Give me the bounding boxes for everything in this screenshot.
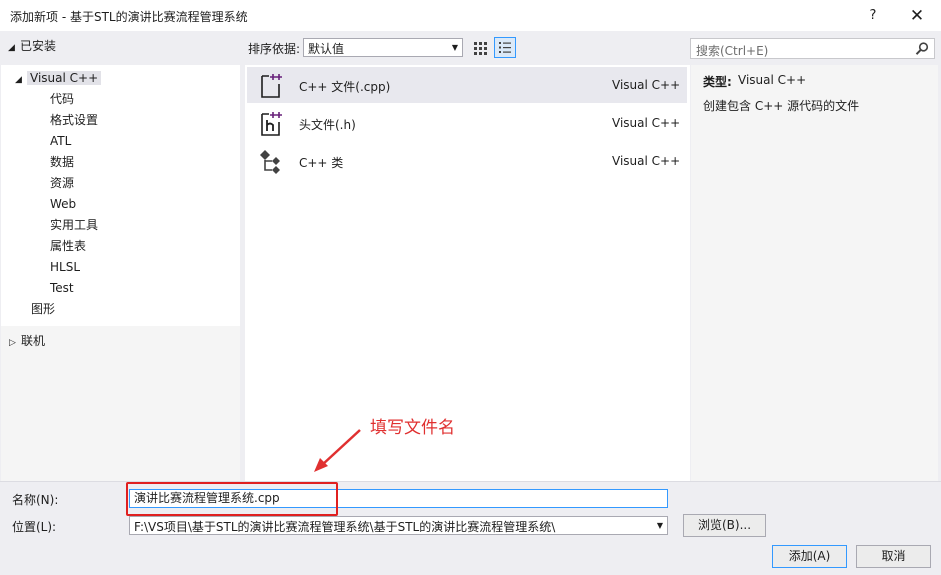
list-view-icon[interactable] [494,37,516,58]
location-dropdown[interactable]: F:\VS项目\基于STL的演讲比赛流程管理系统\基于STL的演讲比赛流程管理系… [129,516,668,535]
help-button[interactable]: ? [861,5,885,27]
expanded-triangle-icon[interactable]: ◢ [15,70,27,90]
annotation-text: 填写文件名 [370,418,455,438]
location-label: 位置(L): [12,520,57,534]
close-button[interactable]: ✕ [903,4,931,28]
collapse-triangle-icon[interactable]: ◢ [8,38,20,58]
sort-value: 默认值 [308,42,345,56]
title-bar: 添加新项 - 基于STL的演讲比赛流程管理系统 ? ✕ [0,0,941,31]
location-value: F:\VS项目\基于STL的演讲比赛流程管理系统\基于STL的演讲比赛流程管理系… [134,520,556,534]
tree-item-visual-cpp[interactable]: ◢ Visual C++ [15,68,102,90]
description-type-value: Visual C++ [738,73,807,87]
sort-label: 排序依据: [248,42,301,56]
item-type: Visual C++ [612,154,681,168]
search-input[interactable]: 搜索(Ctrl+E) [690,38,935,59]
chevron-down-icon: ▼ [656,521,663,530]
tree-item-formatting[interactable]: 格式设置 [50,110,98,130]
cpp-class-icon [257,147,285,175]
chevron-down-icon: ▼ [451,43,458,52]
list-item-cpp-class[interactable]: C++ 类 Visual C++ [247,143,687,179]
tree-item-resource[interactable]: 资源 [50,173,74,193]
tree-item-atl[interactable]: ATL [50,131,71,151]
list-item-cpp-file[interactable]: C++ 文件(.cpp) Visual C++ [247,67,687,103]
online-label: 联机 [21,334,46,348]
description-text: 创建包含 C++ 源代码的文件 [703,99,860,113]
item-name: 头文件(.h) [299,118,356,132]
cancel-button[interactable]: 取消 [856,545,931,568]
annotation-arrow-icon [314,429,361,472]
template-list: C++ 文件(.cpp) Visual C++ 头文件(.h) Visual C… [245,65,690,481]
online-section: ▷ 联机 [1,326,240,481]
name-label: 名称(N): [12,493,59,507]
collapsed-triangle-icon[interactable]: ▷ [9,333,21,353]
tree-item-test[interactable]: Test [50,278,74,298]
installed-header[interactable]: ◢ 已安装 [0,36,240,58]
tree-item-utility[interactable]: 实用工具 [50,215,98,235]
description-type-label: 类型: [703,75,732,89]
window-title: 添加新项 - 基于STL的演讲比赛流程管理系统 [10,10,248,24]
browse-button[interactable]: 浏览(B)... [683,514,766,537]
annotation-highlight-box [126,482,338,516]
cpp-file-icon [257,71,285,99]
search-icon[interactable] [914,41,930,57]
item-name: C++ 类 [299,156,344,170]
add-button[interactable]: 添加(A) [772,545,847,568]
grid-view-icon[interactable] [472,40,488,56]
tree-item-web[interactable]: Web [50,194,76,214]
sort-dropdown[interactable]: 默认值 ▼ [303,38,463,57]
tree-item-code[interactable]: 代码 [50,89,74,109]
header-file-icon [257,109,285,137]
tree-item-graphics[interactable]: 图形 [31,299,55,319]
template-tree: ◢ Visual C++ 代码 格式设置 ATL 数据 资源 Web 实用工具 属… [1,65,240,326]
item-type: Visual C++ [612,116,681,130]
tree-item-hlsl[interactable]: HLSL [50,257,80,277]
tree-item-data[interactable]: 数据 [50,152,74,172]
tree-item-property-sheet[interactable]: 属性表 [50,236,86,256]
tree-item-online[interactable]: ▷ 联机 [9,331,45,351]
list-item-header-file[interactable]: 头文件(.h) Visual C++ [247,105,687,141]
item-name: C++ 文件(.cpp) [299,80,391,94]
description-panel: 类型: Visual C++ 创建包含 C++ 源代码的文件 [691,65,941,481]
search-placeholder: 搜索(Ctrl+E) [696,44,769,58]
item-type: Visual C++ [612,78,681,92]
tree-item-label: Visual C++ [27,71,102,85]
installed-label: 已安装 [20,39,57,53]
